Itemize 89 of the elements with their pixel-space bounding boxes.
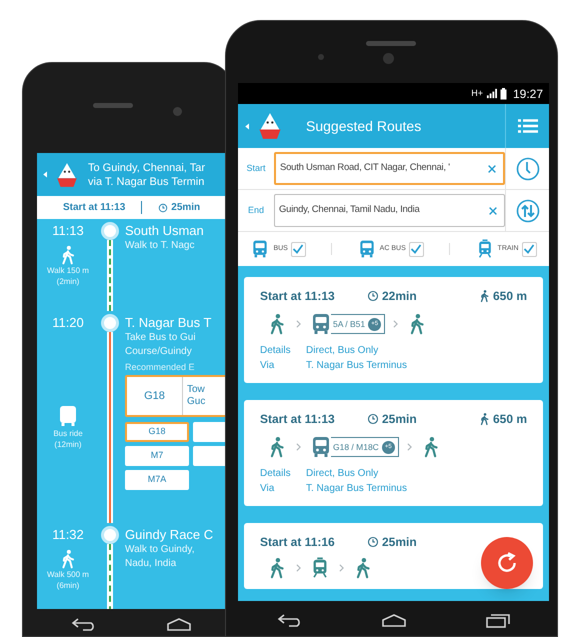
bus-option-button[interactable]: M7A (125, 470, 189, 490)
walk-distance: 650 m (492, 411, 527, 428)
start-time-text: Start at 11:13 (63, 201, 126, 215)
signal-icon (486, 88, 497, 99)
check-icon (292, 243, 304, 255)
battery-icon (500, 88, 507, 100)
via-text: T. Nagar Bus Terminus (306, 482, 408, 496)
via-text: T. Nagar Bus Terminus (306, 359, 408, 373)
route-card[interactable]: Start at 11:16 25min (244, 523, 543, 589)
step-instruction: Walk to T. Nagc (125, 239, 196, 253)
stop-node (101, 222, 119, 240)
field-label: Start (245, 162, 266, 175)
speaker-grille (366, 41, 416, 46)
details-label: Details (260, 467, 292, 481)
start-time-text: Start at 11:13 (260, 288, 336, 305)
stop-name: Guindy Race C (125, 526, 214, 543)
destination-text: To Guindy, Chennai, Tar (88, 160, 205, 174)
chevron-icon (296, 320, 301, 328)
field-label: End (246, 204, 265, 217)
clear-icon[interactable] (487, 164, 497, 174)
chevron-icon (296, 564, 301, 572)
via-label: Via (260, 359, 276, 373)
clock-icon (367, 536, 379, 548)
details-label: Details (260, 344, 292, 358)
mode-checkbox[interactable] (408, 242, 424, 256)
chevron-icon (339, 564, 344, 572)
swap-icon[interactable] (516, 198, 540, 222)
leg-info-text: Walk 500 m (47, 569, 89, 580)
via-text: via T. Nagar Bus Termin (88, 174, 205, 188)
recommended-label: Recommended E (125, 361, 196, 373)
step-instruction: Course/Guindy (125, 345, 193, 359)
mode-checkbox[interactable] (522, 242, 537, 256)
chevron-icon (296, 443, 301, 451)
duration-text: 25min (382, 411, 417, 428)
stop-time: 11:20 (52, 315, 84, 331)
leg-info-text: (12min) (54, 439, 82, 450)
stop-name: South Usman (125, 222, 205, 239)
home-icon[interactable] (166, 617, 192, 631)
start-field[interactable]: South Usman Road, CIT Nagar, Chennai, ' (274, 152, 505, 185)
start-time-text: Start at 11:13 (260, 411, 336, 428)
clock-icon (158, 202, 168, 212)
clock-icon[interactable] (516, 156, 540, 180)
bus-option-button[interactable]: G18 (125, 422, 189, 442)
duration-text: 22min (382, 288, 417, 305)
route-numbers: G18 / M18C (333, 440, 379, 454)
details-text: Direct, Bus Only (306, 344, 380, 358)
leg-info-text: Bus ride (53, 428, 83, 439)
mode-checkbox[interactable] (290, 242, 306, 256)
clock-icon (367, 290, 379, 302)
chevron-icon (406, 443, 412, 451)
stop-node (101, 526, 119, 544)
divider (141, 201, 142, 214)
step-instruction: Take Bus to Gui (125, 331, 197, 345)
route-destination: Guc (187, 396, 206, 408)
speaker-grille (93, 103, 133, 108)
check-icon (523, 243, 536, 255)
step-instruction: Walk to Guindy, (125, 543, 196, 557)
duration-text: 25min (171, 201, 200, 215)
stop-time: 11:32 (52, 527, 84, 543)
camera-lens (383, 53, 394, 64)
start-time-text: Start at 11:16 (260, 534, 336, 551)
chevron-icon (393, 320, 398, 328)
details-text: Direct, Bus Only (306, 467, 380, 481)
stop-name: T. Nagar Bus T (125, 314, 212, 331)
duration-text: 25min (382, 534, 417, 551)
camera-lens (173, 107, 182, 116)
stop-node (101, 314, 119, 332)
step-instruction: Nadu, India (125, 557, 178, 571)
route-numbers: 5A / B51 (333, 318, 366, 330)
status-time: 19:27 (512, 86, 543, 102)
leg-info-text: Walk 150 m (47, 265, 89, 276)
walk-distance: 650 m (492, 288, 527, 305)
leg-info-text: (2min) (56, 276, 80, 287)
recommended-bus-card[interactable]: G18 Tow Guc (125, 375, 226, 417)
network-type: H+ (471, 86, 483, 100)
bus-option-button[interactable]: M7 (125, 446, 189, 466)
via-label: Via (260, 482, 276, 496)
recent-apps-icon[interactable] (484, 612, 512, 628)
clear-icon[interactable] (488, 206, 498, 216)
screen-title: Suggested Routes (306, 116, 422, 136)
leg-info-text: (6min) (56, 580, 80, 591)
floating-refresh-button[interactable] (481, 537, 533, 589)
end-field[interactable]: Guindy, Chennai, Tamil Nadu, India (274, 194, 505, 227)
clock-icon (367, 413, 379, 425)
menu-icon[interactable] (518, 119, 538, 133)
route-destination: Tow (187, 384, 206, 396)
route-number: G18 (127, 377, 183, 415)
stop-time: 11:13 (52, 223, 84, 239)
check-icon (410, 243, 422, 255)
